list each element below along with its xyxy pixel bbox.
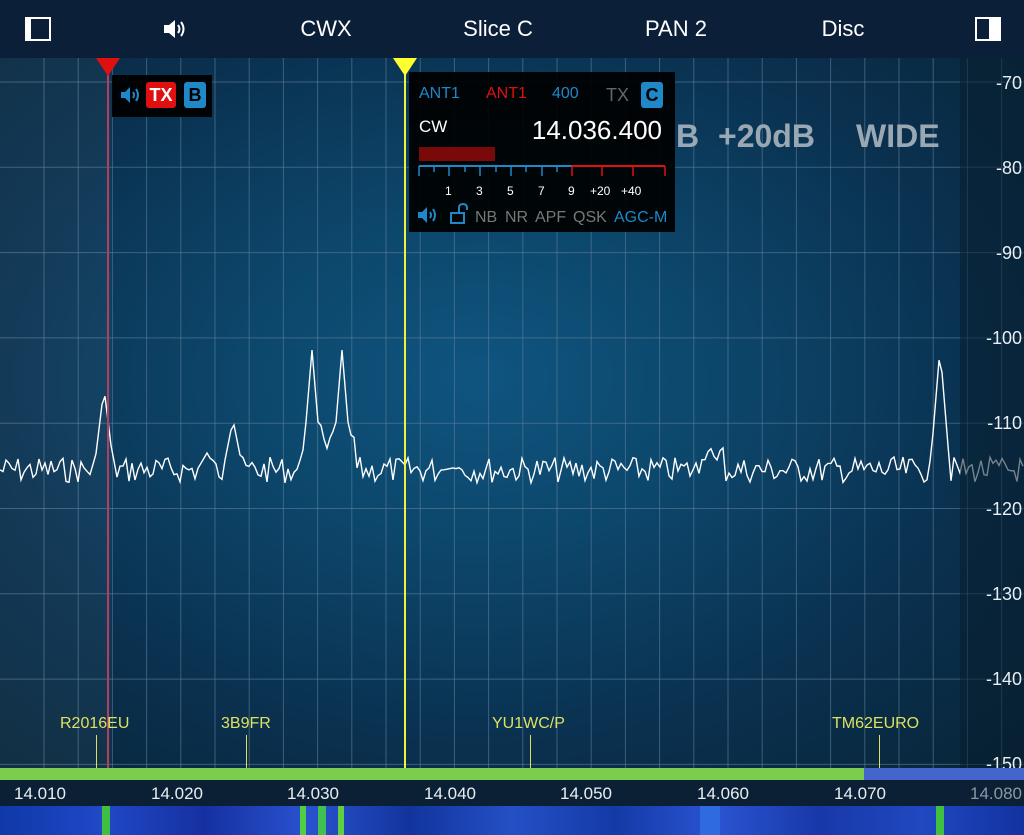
speaker-icon[interactable]	[120, 86, 142, 109]
slice-b-line[interactable]	[107, 58, 109, 806]
meter-label: 3	[476, 184, 483, 198]
overlay-b: B	[676, 118, 700, 154]
wide-label[interactable]: WIDE	[856, 118, 940, 155]
rf-gain-label[interactable]: +20dB	[718, 118, 815, 155]
freq-label: 14.080	[970, 784, 1022, 803]
spot-label[interactable]: TM62EURO	[832, 715, 919, 733]
freq-label: 14.070	[834, 784, 886, 803]
slice-letter-badge[interactable]: B	[184, 82, 206, 108]
spot-tick	[96, 735, 97, 771]
db-label: -140	[985, 669, 1022, 689]
spot-tick	[530, 735, 531, 771]
pan-button[interactable]: PAN 2	[630, 0, 722, 58]
spot-tick	[879, 735, 880, 771]
tx-badge[interactable]: TX	[146, 82, 176, 108]
waterfall[interactable]	[0, 806, 1024, 835]
spectrum-trace	[0, 349, 1024, 486]
mode-label[interactable]: CW	[419, 117, 447, 137]
s-meter-scale	[418, 165, 666, 176]
spot-tick	[246, 735, 247, 771]
db-label: -130	[985, 584, 1022, 604]
top-toolbar: CWX Slice C PAN 2 Disc	[0, 0, 1024, 58]
slice-c-line[interactable]	[404, 58, 406, 806]
meter-label: 5	[507, 184, 514, 198]
panel-left-icon[interactable]	[22, 0, 54, 58]
meter-label: 7	[538, 184, 545, 198]
db-label: -120	[985, 499, 1022, 519]
speaker-icon[interactable]	[160, 0, 190, 58]
unlock-icon[interactable]	[449, 202, 469, 230]
db-label: -100	[985, 328, 1022, 348]
nr-button[interactable]: NR	[505, 209, 528, 227]
s-meter-bar	[419, 147, 495, 161]
panel-right-icon[interactable]	[972, 0, 1004, 58]
freq-label: 14.050	[560, 784, 612, 803]
mode-button[interactable]: CWX	[290, 0, 362, 58]
freq-label: 14.030	[287, 784, 339, 803]
slice-c-flag: ANT1 ANT1 400 TX C CW 14.036.400 1 3 5 7…	[409, 72, 675, 232]
disc-button[interactable]: Disc	[810, 0, 876, 58]
slice-b-flag[interactable]: TX B	[112, 75, 212, 117]
qsk-button[interactable]: QSK	[573, 209, 607, 227]
db-label: -110	[987, 413, 1022, 433]
agc-button[interactable]: AGC-M	[614, 209, 667, 227]
apf-button[interactable]: APF	[535, 209, 566, 227]
db-label: -70	[995, 73, 1022, 93]
freq-label: 14.040	[424, 784, 476, 803]
spot-label[interactable]: R2016EU	[60, 715, 129, 733]
band-plan-segment	[864, 768, 1024, 780]
db-label: -90	[995, 243, 1022, 263]
frequency-readout[interactable]: 14.036.400	[532, 115, 662, 146]
spot-label[interactable]: 3B9FR	[221, 715, 271, 733]
tx-toggle[interactable]: TX	[606, 85, 629, 106]
band-plan-segment	[0, 768, 864, 780]
slice-b-marker[interactable]	[96, 58, 120, 76]
freq-label: 14.020	[151, 784, 203, 803]
meter-label: 9	[568, 184, 575, 198]
meter-label: 1	[445, 184, 452, 198]
slice-button[interactable]: Slice C	[450, 0, 546, 58]
meter-label: +20	[590, 184, 611, 198]
freq-label: 14.010	[14, 784, 66, 803]
freq-label: 14.060	[697, 784, 749, 803]
slice-letter-badge[interactable]: C	[641, 82, 663, 108]
spot-label[interactable]: YU1WC/P	[492, 715, 565, 733]
rx-antenna[interactable]: ANT1	[419, 85, 460, 103]
tx-antenna[interactable]: ANT1	[486, 85, 527, 103]
speaker-icon[interactable]	[417, 206, 441, 229]
meter-label: +40	[621, 184, 642, 198]
filter-width[interactable]: 400	[552, 85, 579, 103]
db-label: -80	[995, 158, 1022, 178]
nb-button[interactable]: NB	[475, 209, 497, 227]
